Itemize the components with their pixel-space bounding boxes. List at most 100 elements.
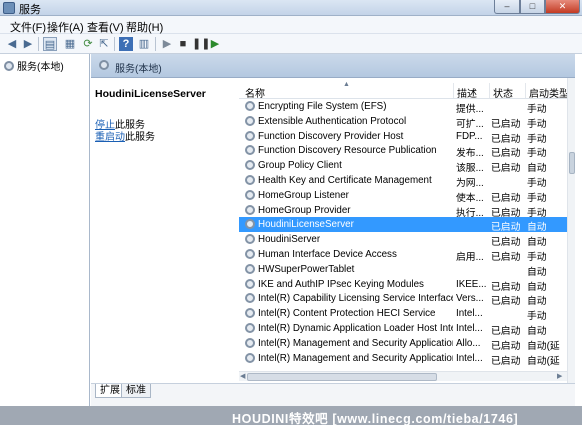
column-divider[interactable] (525, 83, 526, 98)
toolbar: ◀ ▶ ▤ ▦ ⟳ ⇱ ? ▥ ▶ ■ ❚❚ ▶ (0, 34, 582, 54)
service-gear-icon (245, 308, 255, 319)
title-bar: 服务 – □ ✕ (0, 0, 582, 16)
service-row[interactable]: Function Discovery Provider Host FDP... 已启… (239, 129, 567, 145)
service-gear-icon (245, 101, 255, 111)
service-description-cell: Allo... (456, 337, 481, 349)
services-gear-icon (4, 60, 14, 71)
panel-header: 服务(本地) (91, 54, 575, 78)
services-app-icon (3, 2, 15, 14)
column-divider[interactable] (489, 83, 490, 98)
service-description-cell: Intel... (456, 352, 483, 364)
service-name-cell: Intel(R) Content Protection HECI Service (258, 308, 436, 320)
service-name-cell: Encrypting File System (EFS) (258, 101, 387, 112)
column-header-startup-type[interactable]: 启动类型 (529, 85, 567, 100)
tab-standard[interactable]: 标准 (121, 384, 151, 398)
service-row[interactable]: HomeGroup Provider 执行... 已启动 手动 (239, 203, 567, 219)
minimize-button[interactable]: – (494, 0, 520, 14)
menu-bar: 文件(F) 操作(A) 查看(V) 帮助(H) (0, 16, 582, 34)
stop-icon[interactable]: ■ (176, 37, 190, 51)
status-bar: HOUDINI特效吧 [www.linecg.com/tieba/1746] (0, 406, 582, 425)
service-row[interactable]: HWSuperPowerTablet 自动 (239, 262, 567, 278)
refresh-icon[interactable]: ⟳ (81, 37, 95, 51)
service-gear-icon (245, 204, 255, 215)
close-button[interactable]: ✕ (545, 0, 580, 14)
toolbar-separator (114, 37, 115, 51)
service-name-cell: Extensible Authentication Protocol (258, 115, 407, 127)
services-list: ▲ 名称 描述 状态 启动类型 Encrypting File System (… (239, 78, 567, 383)
service-name-cell: HoudiniServer (258, 234, 321, 246)
menu-file[interactable]: 文件(F) (10, 19, 46, 35)
column-divider[interactable] (453, 83, 454, 98)
service-row[interactable]: Human Interface Device Access 启用... 已启动 手动 (239, 247, 567, 263)
service-name-cell: Health Key and Certificate Management (258, 175, 432, 186)
panel-header-label: 服务(本地) (115, 64, 162, 75)
vertical-scroll-thumb[interactable] (569, 152, 575, 174)
service-status-cell: 已启动 (491, 355, 521, 367)
service-row[interactable]: HoudiniServer 已启动 自动 (239, 232, 567, 248)
service-gear-icon (245, 189, 255, 200)
service-gear-icon (245, 115, 255, 126)
console-tree-icon[interactable]: ▤ (43, 37, 57, 51)
play-icon[interactable]: ▶ (160, 37, 174, 51)
service-name-cell: Function Discovery Resource Publication (258, 145, 437, 157)
service-row[interactable]: Group Policy Client 该服... 已启动 自动 (239, 158, 567, 174)
service-row[interactable]: Intel(R) Capability Licensing Service In… (239, 291, 567, 307)
services-gear-icon (99, 60, 109, 70)
menu-help[interactable]: 帮助(H) (126, 19, 163, 35)
service-gear-icon (245, 219, 255, 230)
list-header: ▲ 名称 描述 状态 启动类型 (239, 81, 567, 100)
back-arrow-icon[interactable]: ◀ (5, 37, 19, 51)
service-name-cell: Group Policy Client (258, 160, 342, 172)
restart-service-link[interactable]: 重启动 (95, 132, 125, 143)
horizontal-scrollbar[interactable]: ◀ ▶ (239, 371, 567, 381)
toolbar-separator (155, 37, 156, 51)
service-gear-icon (245, 234, 255, 245)
service-row[interactable]: Intel(R) Management and Security Applica… (239, 351, 567, 367)
service-row[interactable]: Function Discovery Resource Publication 发… (239, 143, 567, 159)
column-header-status[interactable]: 状态 (493, 85, 513, 100)
service-name-cell: Intel(R) Management and Security Applica… (258, 337, 453, 349)
properties-icon[interactable]: ▦ (63, 37, 77, 51)
scroll-left-icon[interactable]: ◀ (240, 372, 245, 380)
window-title: 服务 (19, 4, 41, 16)
restart-service-suffix: 此服务 (125, 132, 155, 143)
export-icon[interactable]: ⇱ (97, 37, 111, 51)
sort-up-icon: ▲ (343, 81, 350, 88)
service-row[interactable]: Intel(R) Management and Security Applica… (239, 336, 567, 352)
column-header-description[interactable]: 描述 (457, 85, 477, 100)
restart-icon[interactable]: ▶ (208, 37, 222, 51)
service-gear-icon (245, 145, 255, 156)
service-name-cell: Function Discovery Provider Host (258, 130, 404, 142)
vertical-scrollbar[interactable] (567, 78, 575, 383)
service-name-cell: Human Interface Device Access (258, 249, 397, 260)
service-name-cell: IKE and AuthIP IPsec Keying Modules (258, 278, 424, 290)
service-row[interactable]: IKE and AuthIP IPsec Keying Modules IKEE.… (239, 277, 567, 293)
service-description-cell: Vers... (456, 293, 484, 305)
service-row[interactable]: Encrypting File System (EFS) 提供... 手动 (239, 99, 567, 115)
maximize-button[interactable]: □ (520, 0, 545, 14)
service-gear-icon (245, 352, 255, 363)
service-row[interactable]: Health Key and Certificate Management 为网.… (239, 173, 567, 189)
service-description-cell: Intel... (456, 308, 483, 320)
pause-icon[interactable]: ❚❚ (192, 37, 210, 51)
horizontal-scroll-thumb[interactable] (247, 373, 437, 381)
service-row[interactable]: HoudiniLicenseServer 已启动 自动 (239, 217, 567, 233)
service-row[interactable]: Extensible Authentication Protocol 可扩... 已… (239, 114, 567, 130)
service-description-cell: IKEE... (456, 278, 487, 290)
service-row[interactable]: Intel(R) Dynamic Application Loader Host… (239, 321, 567, 337)
column-header-name[interactable]: 名称 (245, 85, 265, 100)
service-name-cell: Intel(R) Dynamic Application Loader Host… (258, 323, 453, 334)
view-icon[interactable]: ▥ (137, 37, 151, 51)
service-name-cell: Intel(R) Management and Security Applica… (258, 352, 453, 364)
scroll-right-icon[interactable]: ▶ (557, 372, 562, 380)
menu-action[interactable]: 操作(A) (47, 19, 84, 35)
service-row[interactable]: HomeGroup Listener 使本... 已启动 手动 (239, 188, 567, 204)
menu-view[interactable]: 查看(V) (87, 19, 124, 35)
tree-node-services-local[interactable]: 服务(本地) (4, 58, 64, 73)
service-gear-icon (245, 323, 255, 333)
service-row[interactable]: Intel(R) Content Protection HECI Service… (239, 306, 567, 322)
help-icon[interactable]: ? (119, 37, 133, 51)
service-gear-icon (245, 175, 255, 185)
forward-arrow-icon[interactable]: ▶ (21, 37, 35, 51)
console-tree: 服务(本地) (0, 54, 90, 406)
